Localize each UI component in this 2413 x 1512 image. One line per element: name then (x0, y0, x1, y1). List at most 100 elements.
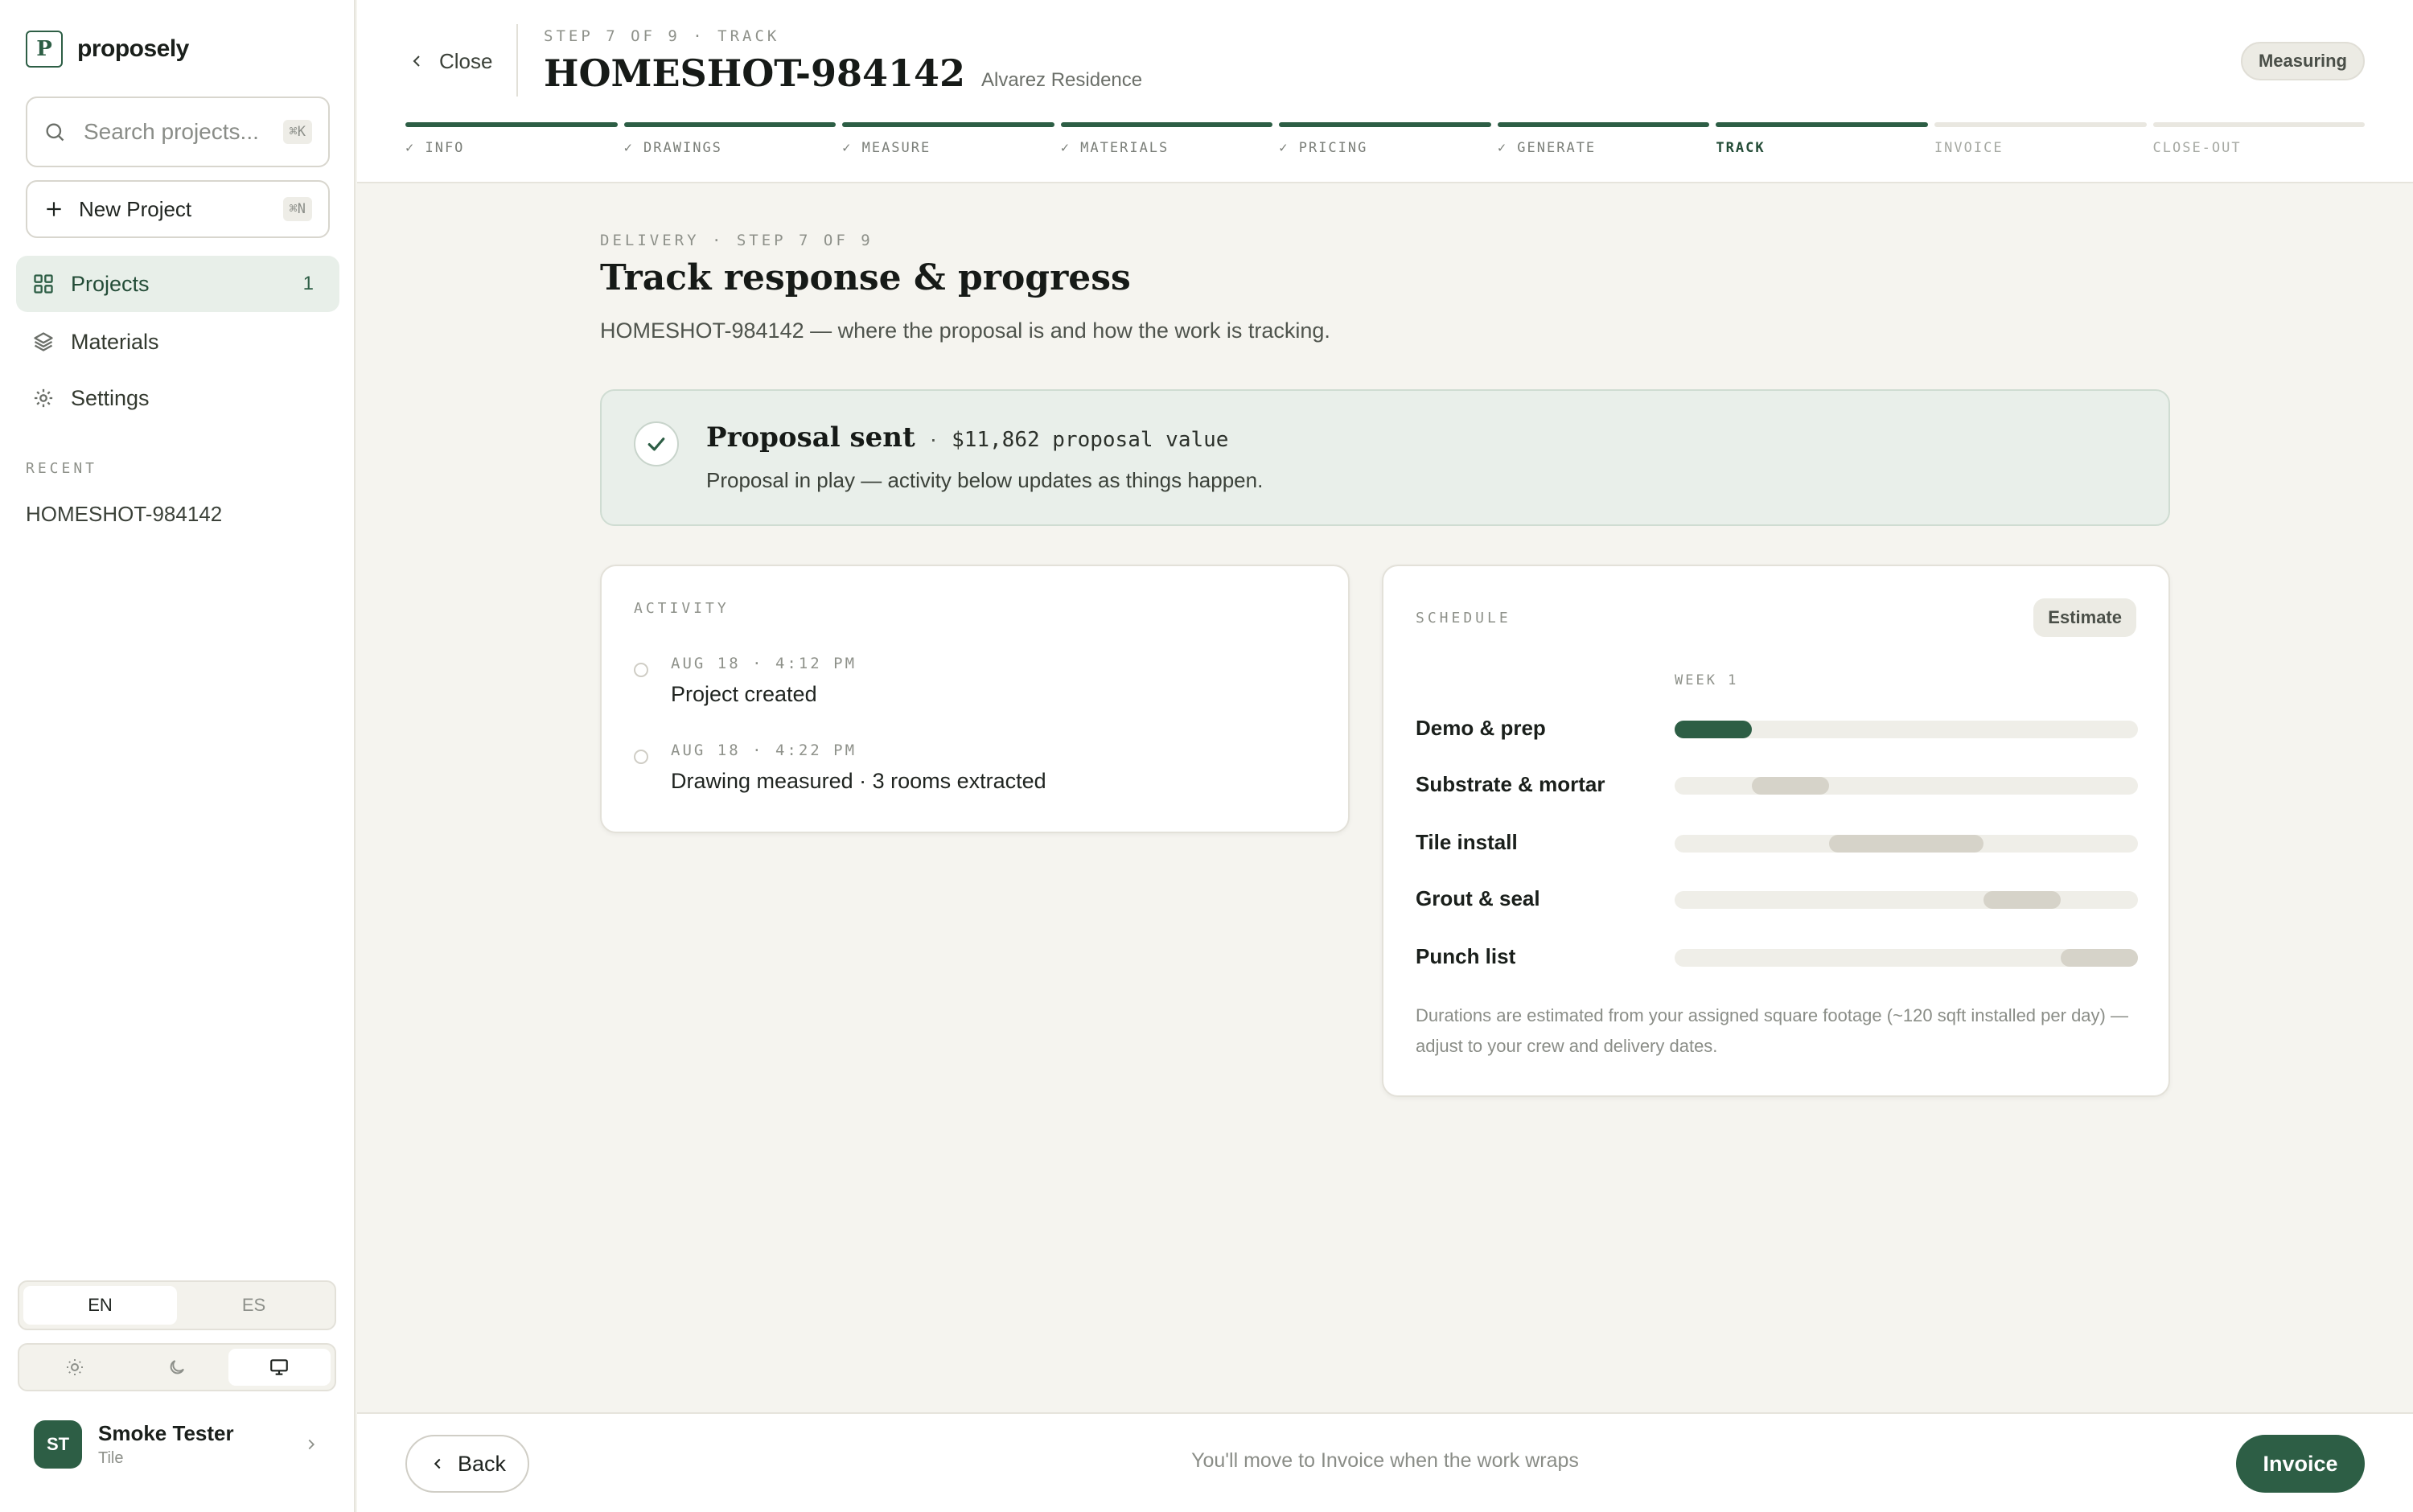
task-bar (1675, 721, 1753, 738)
task-name: Tile install (1416, 830, 1518, 854)
step-label: TRACK (1716, 140, 1766, 156)
back-button[interactable]: Back (405, 1435, 529, 1493)
activity-time: AUG 18 · 4:22 PM (671, 742, 857, 759)
chevron-left-icon (434, 1458, 441, 1469)
theme-light-option[interactable] (23, 1349, 125, 1386)
task-track (1675, 777, 2138, 795)
sidebar-item-label: Materials (71, 329, 159, 354)
brand[interactable]: P proposely (26, 31, 189, 68)
schedule-note: Durations are estimated from your assign… (1416, 1005, 2128, 1056)
step-bar (1716, 122, 1928, 127)
recent-project-link[interactable]: HOMESHOT-984142 (26, 502, 222, 527)
moon-icon (170, 1360, 184, 1374)
sidebar: P proposely Search projects... ⌘K New Pr… (0, 0, 356, 1512)
step-pricing[interactable]: ✓ PRICING (1279, 122, 1491, 156)
banner-title: Proposal sent · $11,862 proposal value (706, 421, 1228, 454)
step-info[interactable]: ✓ INFO (405, 122, 618, 156)
step-close-out[interactable]: CLOSE-OUT (2152, 122, 2366, 156)
sidebar-item-materials[interactable]: Materials (16, 314, 339, 370)
task-bar (1983, 891, 2061, 909)
footer-hint: You'll move to Invoice when the work wra… (1191, 1449, 1579, 1472)
proposal-status-banner: Proposal sent · $11,862 proposal value P… (600, 389, 2170, 526)
projects-count: 1 (302, 273, 314, 294)
step-invoice[interactable]: INVOICE (1934, 122, 2147, 156)
theme-system-option[interactable] (228, 1349, 331, 1386)
task-bar (2060, 949, 2138, 967)
wizard-header: Close STEP 7 OF 9 · TRACK HOMESHOT-98414… (357, 0, 2413, 183)
activity-card: ACTIVITY AUG 18 · 4:12 PM Project create… (600, 565, 1350, 833)
sidebar-item-settings[interactable]: Settings (16, 370, 339, 426)
step-label: ✓ GENERATE (1497, 140, 1597, 156)
task-track (1675, 835, 2138, 853)
step-track[interactable]: TRACK (1716, 122, 1928, 156)
task-name: Grout & seal (1416, 886, 1540, 910)
step-label: ✓ INFO (405, 140, 465, 156)
task-track (1675, 891, 2138, 909)
language-option-en[interactable]: EN (23, 1286, 177, 1325)
close-button[interactable]: Close (407, 45, 492, 77)
invoice-button[interactable]: Invoice (2236, 1435, 2365, 1493)
theme-toggle (18, 1343, 336, 1391)
step-bar (405, 122, 618, 127)
sidebar-item-label: Projects (71, 271, 150, 296)
page-title: HOMESHOT-984142 Alvarez Residence (544, 51, 1142, 95)
banner-separator: · (929, 426, 938, 451)
gear-icon (34, 388, 53, 408)
theme-dark-option[interactable] (125, 1349, 228, 1386)
week-label: WEEK 1 (1675, 672, 1739, 688)
user-name: Smoke Tester (98, 1421, 234, 1445)
step-label: ✓ PRICING (1279, 140, 1368, 156)
step-label: ✓ MEASURE (842, 140, 931, 156)
sidebar-item-projects[interactable]: Projects 1 (16, 256, 339, 312)
section-title: Track response & progress (600, 257, 1131, 298)
task-track (1675, 949, 2138, 967)
new-project-label: New Project (79, 196, 192, 221)
search-shortcut: ⌘K (282, 120, 312, 144)
sidebar-item-label: Settings (71, 385, 150, 410)
step-materials[interactable]: ✓ MATERIALS (1060, 122, 1273, 156)
activity-heading: ACTIVITY (634, 600, 730, 617)
new-project-button[interactable]: New Project ⌘N (26, 180, 330, 238)
new-project-shortcut: ⌘N (282, 197, 312, 221)
step-generate[interactable]: ✓ GENERATE (1497, 122, 1710, 156)
step-bar (1060, 122, 1273, 127)
proposal-value: $11,862 proposal value (952, 428, 1229, 452)
step-drawings[interactable]: ✓ DRAWINGS (623, 122, 837, 156)
section-eyebrow: DELIVERY · STEP 7 OF 9 (600, 232, 874, 249)
check-icon (634, 421, 679, 466)
task-track (1675, 721, 2138, 738)
section-subtitle: HOMESHOT-984142 — where the proposal is … (600, 318, 1330, 343)
step-eyebrow: STEP 7 OF 9 · TRACK (544, 27, 780, 45)
schedule-row: Tile install (1416, 827, 2138, 859)
step-label: ✓ DRAWINGS (623, 140, 722, 156)
task-bar (1752, 777, 1829, 795)
step-measure[interactable]: ✓ MEASURE (842, 122, 1054, 156)
back-label: Back (457, 1451, 507, 1476)
step-bar (1279, 122, 1491, 127)
brand-logo: P (26, 31, 63, 68)
layers-icon (34, 332, 53, 351)
activity-text: Drawing measured · 3 rooms extracted (671, 769, 1046, 793)
monitor-icon (270, 1359, 289, 1375)
language-option-es[interactable]: ES (177, 1286, 331, 1325)
search-placeholder: Search projects... (84, 119, 259, 144)
status-badge: Measuring (2240, 42, 2365, 80)
task-name: Substrate & mortar (1416, 772, 1605, 796)
schedule-row: Punch list (1416, 941, 2138, 973)
user-role: Tile (98, 1449, 124, 1467)
chevron-left-icon (413, 55, 420, 67)
plus-icon (47, 202, 61, 216)
wizard-footer: You'll move to Invoice when the work wra… (357, 1412, 2413, 1512)
search-input[interactable]: Search projects... ⌘K (26, 97, 330, 167)
activity-text: Project created (671, 682, 817, 706)
client-name: Alvarez Residence (981, 69, 1143, 91)
proposal-status: Proposal sent (706, 421, 915, 454)
banner-description: Proposal in play — activity below update… (706, 468, 1264, 492)
progress-stepper: ✓ INFO ✓ DRAWINGS ✓ MEASURE ✓ MATERIALS … (405, 122, 2366, 156)
close-label: Close (439, 48, 493, 73)
estimate-badge: Estimate (2033, 598, 2136, 637)
user-menu[interactable]: ST Smoke Tester Tile (18, 1415, 336, 1473)
recent-heading: RECENT (26, 460, 98, 477)
schedule-row: Substrate & mortar (1416, 769, 2138, 801)
step-label: ✓ MATERIALS (1060, 140, 1170, 156)
